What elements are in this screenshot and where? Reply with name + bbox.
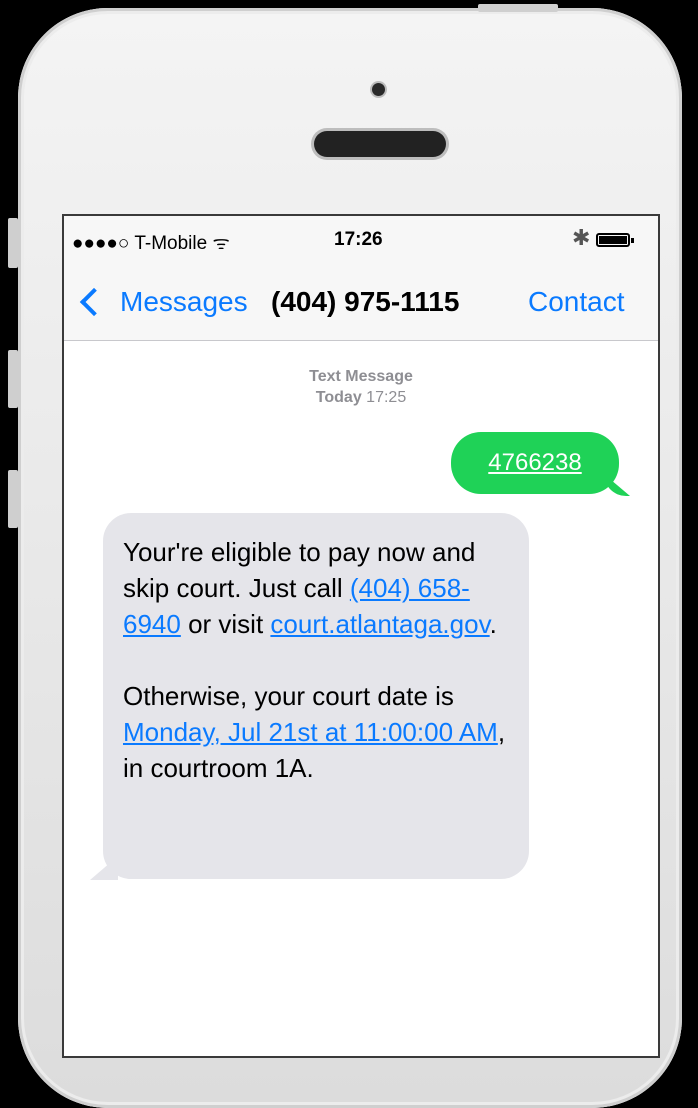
sent-message-bubble[interactable]: 4766238	[451, 432, 619, 494]
conversation-title: (404) 975-1115	[271, 286, 460, 317]
message-text: .	[489, 609, 497, 639]
thread-time: 17:25	[366, 389, 407, 406]
date-link[interactable]: Monday, Jul 21st at 11:00:00 AM	[123, 717, 498, 747]
status-bar: ●●●●○ T-Mobile ᯤ 17:26 ✱	[64, 216, 658, 256]
earpiece-speaker	[314, 131, 446, 157]
message-text: or visit	[180, 609, 271, 639]
phone-screen: ●●●●○ T-Mobile ᯤ 17:26 ✱ Messages (404) …	[64, 216, 658, 1056]
bluetooth-icon: ✱	[572, 225, 591, 250]
website-link[interactable]: court.atlantaga.gov	[270, 609, 489, 639]
volume-up-button	[8, 350, 18, 408]
front-camera-icon	[372, 83, 385, 96]
battery-icon	[596, 233, 634, 247]
chevron-left-icon	[79, 287, 109, 317]
navigation-bar: Messages (404) 975-1115 Contact	[64, 256, 658, 341]
carrier-signal: ●●●●○ T-Mobile ᯤ	[72, 233, 230, 254]
contact-button[interactable]: Contact	[528, 286, 625, 318]
received-paragraph-2: Otherwise, your court date is Monday, Ju…	[123, 678, 523, 786]
back-button-label: Messages	[120, 286, 248, 317]
received-paragraph-1: Your're eligible to pay now and skip cou…	[123, 534, 523, 642]
back-button[interactable]: Messages	[78, 286, 248, 318]
sent-message-link[interactable]: 4766238	[488, 449, 581, 477]
mute-switch	[8, 218, 18, 268]
volume-down-button	[8, 470, 18, 528]
status-time: 17:26	[334, 229, 383, 250]
thread-timestamp: Text Message Today 17:25	[64, 366, 658, 408]
message-text: Otherwise, your court date is	[123, 681, 454, 711]
thread-type-label: Text Message	[309, 368, 413, 385]
received-message-text: Your're eligible to pay now and skip cou…	[123, 534, 523, 786]
power-button	[478, 4, 558, 12]
thread-day: Today	[315, 389, 362, 406]
